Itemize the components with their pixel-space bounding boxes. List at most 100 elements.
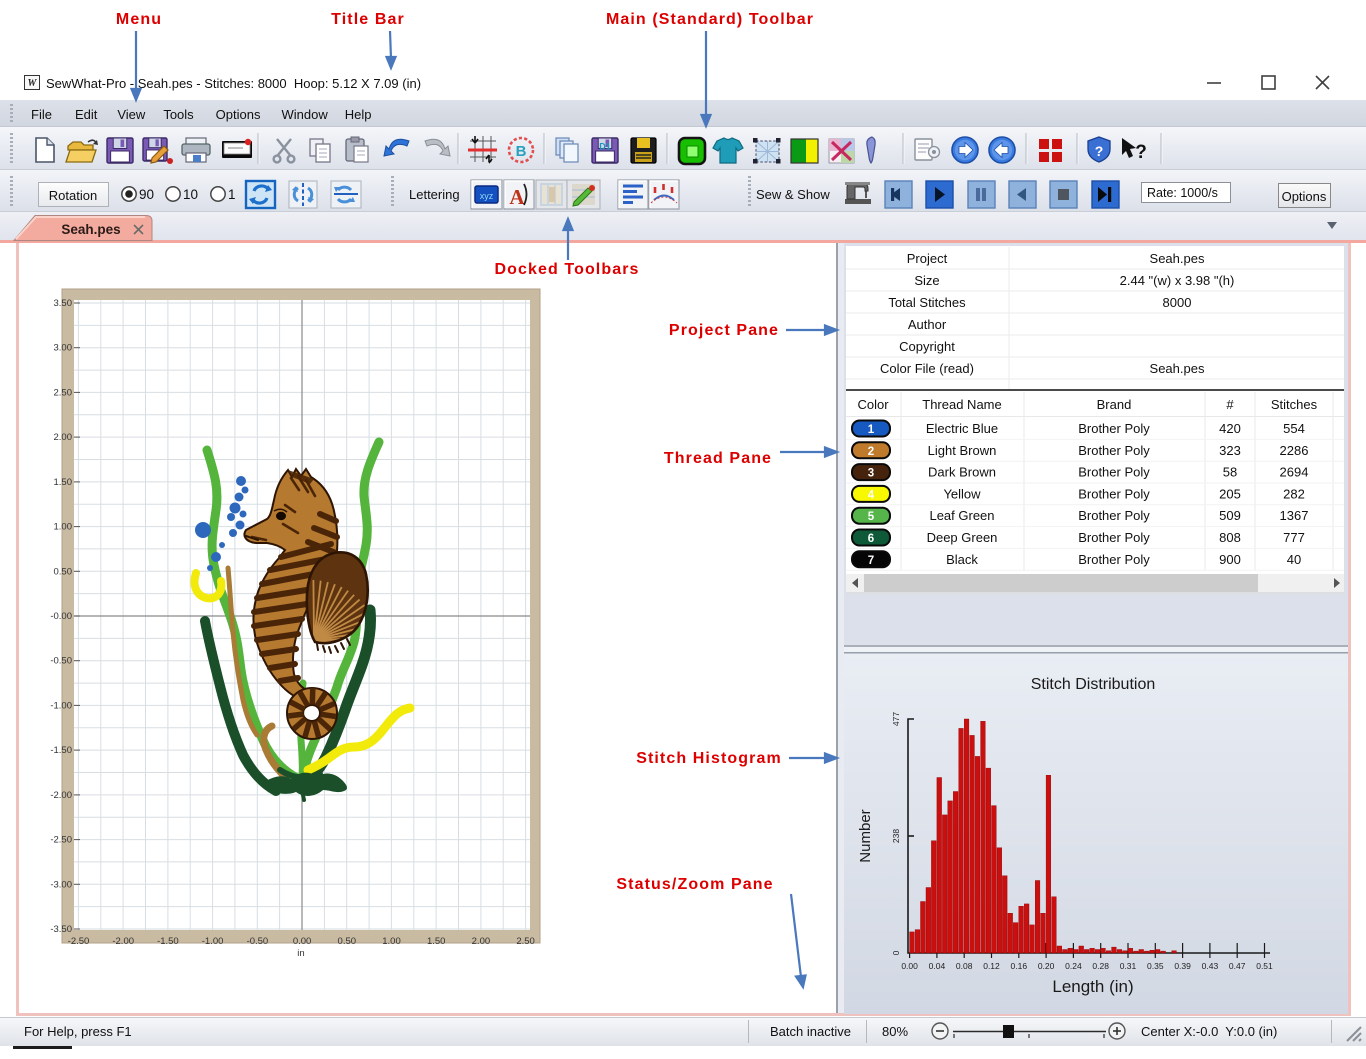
svg-text:0.00: 0.00 — [293, 936, 312, 947]
svg-text:Seah.pes: Seah.pes — [1150, 251, 1205, 266]
svg-text:-2.50: -2.50 — [50, 835, 72, 846]
svg-text:Brand: Brand — [1097, 397, 1132, 412]
svg-text:Length (in): Length (in) — [1052, 977, 1133, 996]
svg-text:-3.50: -3.50 — [50, 924, 72, 935]
svg-text:-2.00: -2.00 — [112, 936, 134, 947]
svg-text:xyz: xyz — [480, 191, 494, 201]
svg-text:Size: Size — [914, 273, 939, 288]
svg-text:0.50: 0.50 — [338, 936, 357, 947]
svg-text:5: 5 — [868, 511, 875, 523]
svg-text:808: 808 — [1219, 530, 1241, 545]
svg-text:10: 10 — [183, 187, 198, 202]
svg-text:0.24: 0.24 — [1065, 961, 1082, 971]
svg-text:0.16: 0.16 — [1011, 961, 1028, 971]
svg-text:3: 3 — [868, 468, 874, 480]
svg-text:Electric Blue: Electric Blue — [926, 421, 998, 436]
svg-text:Number: Number — [857, 809, 874, 862]
svg-text:3.50: 3.50 — [54, 298, 73, 309]
svg-text:Brother Poly: Brother Poly — [1078, 421, 1150, 436]
svg-text:0.20: 0.20 — [1038, 961, 1055, 971]
svg-text:Brother Poly: Brother Poly — [1078, 552, 1150, 567]
svg-text:8000: 8000 — [1163, 295, 1192, 310]
svg-text:0.39: 0.39 — [1174, 961, 1191, 971]
svg-text:-1.50: -1.50 — [157, 936, 179, 947]
svg-text:Leaf Green: Leaf Green — [929, 508, 994, 523]
svg-text:2.00: 2.00 — [54, 432, 73, 443]
svg-text:238: 238 — [891, 829, 901, 843]
svg-text:0.47: 0.47 — [1229, 961, 1246, 971]
svg-text:Dark Brown: Dark Brown — [928, 465, 996, 480]
svg-text:Black: Black — [946, 552, 978, 567]
svg-text:1: 1 — [228, 187, 236, 202]
svg-text:0: 0 — [891, 950, 901, 955]
svg-text:?: ? — [1095, 143, 1104, 159]
svg-text:Copyright: Copyright — [899, 339, 955, 354]
svg-text:B: B — [516, 143, 527, 160]
svg-text:-0.50: -0.50 — [247, 936, 269, 947]
svg-text:205: 205 — [1219, 486, 1241, 501]
svg-text:900: 900 — [1219, 552, 1241, 567]
svg-text:1: 1 — [868, 424, 875, 436]
svg-text:Brother Poly: Brother Poly — [1078, 486, 1150, 501]
svg-text:4: 4 — [868, 489, 875, 501]
svg-text:2: 2 — [868, 446, 874, 458]
svg-text:58: 58 — [1223, 465, 1237, 480]
svg-text:Thread Name: Thread Name — [922, 397, 1001, 412]
svg-text:1.50: 1.50 — [427, 936, 446, 947]
svg-text:A: A — [509, 185, 525, 209]
svg-text:420: 420 — [1219, 421, 1241, 436]
svg-text:0.43: 0.43 — [1202, 961, 1219, 971]
svg-text:7: 7 — [868, 555, 874, 567]
svg-text:2694: 2694 — [1280, 465, 1309, 480]
svg-text:1.00: 1.00 — [382, 936, 401, 947]
svg-text:1367: 1367 — [1280, 508, 1309, 523]
svg-text:Yellow: Yellow — [943, 486, 981, 501]
svg-text:0.28: 0.28 — [1092, 961, 1109, 971]
svg-text:1.50: 1.50 — [54, 477, 73, 488]
svg-text:1.00: 1.00 — [54, 522, 73, 533]
svg-text:0.04: 0.04 — [929, 961, 946, 971]
svg-text:Color: Color — [857, 397, 889, 412]
svg-text:Brother Poly: Brother Poly — [1078, 443, 1150, 458]
svg-text:Stitch Distribution: Stitch Distribution — [1031, 676, 1156, 693]
svg-text:2.44 "(w) x 3.98 "(h): 2.44 "(w) x 3.98 "(h) — [1120, 273, 1235, 288]
svg-text:Total Stitches: Total Stitches — [888, 295, 966, 310]
svg-text:Brother Poly: Brother Poly — [1078, 508, 1150, 523]
svg-text:40: 40 — [1287, 552, 1301, 567]
svg-text:Light Brown: Light Brown — [928, 443, 997, 458]
svg-text:282: 282 — [1283, 486, 1305, 501]
svg-text:Color File (read): Color File (read) — [880, 361, 974, 376]
svg-text:0.12: 0.12 — [983, 961, 1000, 971]
svg-text:0.51: 0.51 — [1256, 961, 1273, 971]
svg-text:0.00: 0.00 — [901, 961, 918, 971]
svg-text:Deep Green: Deep Green — [927, 530, 998, 545]
svg-text:0.35: 0.35 — [1147, 961, 1164, 971]
svg-text:-1.00: -1.00 — [50, 700, 72, 711]
svg-text:Project: Project — [907, 251, 948, 266]
svg-text:554: 554 — [1283, 421, 1305, 436]
svg-text:?: ? — [1135, 142, 1147, 163]
svg-text:0.08: 0.08 — [956, 961, 973, 971]
svg-text:0.50: 0.50 — [54, 566, 73, 577]
svg-text:-3.00: -3.00 — [50, 879, 72, 890]
svg-text:Brother Poly: Brother Poly — [1078, 530, 1150, 545]
svg-text:Author: Author — [908, 317, 947, 332]
svg-text:-2.50: -2.50 — [68, 936, 90, 947]
svg-text:477: 477 — [891, 712, 901, 726]
svg-text:777: 777 — [1283, 530, 1305, 545]
svg-text:-0.50: -0.50 — [50, 656, 72, 667]
svg-text:2.00: 2.00 — [472, 936, 491, 947]
svg-text:323: 323 — [1219, 443, 1241, 458]
svg-text:6: 6 — [868, 533, 874, 545]
svg-text:-1.50: -1.50 — [50, 745, 72, 756]
svg-text:-2.00: -2.00 — [50, 790, 72, 801]
svg-text:3.00: 3.00 — [54, 343, 73, 354]
svg-text:90: 90 — [139, 187, 154, 202]
svg-text:Brother Poly: Brother Poly — [1078, 465, 1150, 480]
svg-text:Seah.pes: Seah.pes — [61, 222, 120, 237]
svg-text:#: # — [1226, 397, 1234, 412]
svg-text:Seah.pes: Seah.pes — [1150, 361, 1205, 376]
svg-text:-1.00: -1.00 — [202, 936, 224, 947]
svg-text:0.31: 0.31 — [1120, 961, 1137, 971]
svg-text:-0.00: -0.00 — [50, 611, 72, 622]
